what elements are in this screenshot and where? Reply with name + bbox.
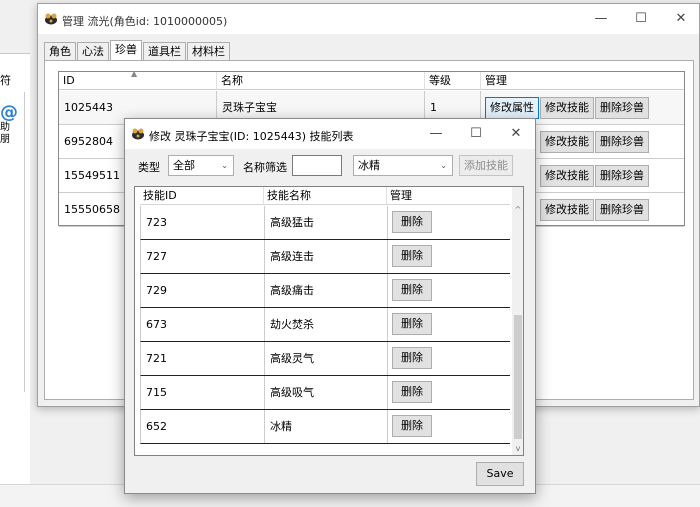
skill-name: 高级吸气: [265, 376, 388, 409]
skill-grid-scrollbar[interactable]: ^ v: [512, 187, 523, 455]
tab-role[interactable]: 角色: [44, 42, 76, 61]
skill-row[interactable]: 729 高级痛击 删除: [140, 274, 510, 308]
edit-skills-button[interactable]: 修改技能: [540, 97, 594, 119]
skill-manage-cell: 删除: [388, 206, 511, 239]
skill-id: 727: [141, 240, 265, 273]
main-title-bar[interactable]: 管理 流光(角色id: 1010000005) — ☐ ✕: [38, 4, 699, 34]
skill-grid: 技能ID 技能名称 管理 723 高级猛击 删除 727 高级连击 删除 729…: [134, 186, 524, 456]
tab-mind-method[interactable]: 心法: [77, 42, 109, 61]
skill-name: 劫火焚杀: [265, 308, 388, 341]
skill-id: 721: [141, 342, 265, 375]
skill-id: 715: [141, 376, 265, 409]
type-select-value: 全部: [173, 159, 195, 172]
minimize-button[interactable]: —: [586, 8, 616, 30]
skill-id: 723: [141, 206, 265, 239]
background-contact-button[interactable]: @ 助朋: [0, 102, 18, 146]
skill-id: 652: [141, 410, 265, 443]
at-icon: @: [0, 102, 18, 123]
delete-pet-button[interactable]: 删除珍兽: [595, 97, 649, 119]
dialog-close-button[interactable]: ✕: [501, 123, 531, 145]
skill-manage-cell: 删除: [388, 240, 511, 273]
delete-skill-button[interactable]: 删除: [392, 381, 432, 403]
save-button[interactable]: Save: [476, 462, 524, 486]
name-filter-input[interactable]: [292, 155, 342, 176]
background-label: 符: [0, 74, 11, 87]
skill-grid-header: 技能ID 技能名称 管理: [140, 187, 510, 205]
skill-list-dialog: 修改 灵珠子宝宝(ID: 1025443) 技能列表 — ☐ ✕ 类型 全部 ⌄…: [124, 118, 536, 494]
type-select[interactable]: 全部 ⌄: [168, 155, 234, 176]
skill-row[interactable]: 727 高级连击 删除: [140, 240, 510, 274]
edit-skills-button[interactable]: 修改技能: [540, 165, 594, 187]
skill-name: 高级连击: [265, 240, 388, 273]
tab-strip: 角色 心法 珍兽 道具栏 材料栏: [44, 40, 231, 61]
column-header-level[interactable]: 等级: [425, 72, 481, 90]
skill-name: 高级猛击: [265, 206, 388, 239]
skill-id: 729: [141, 274, 265, 307]
add-skill-button[interactable]: 添加技能: [459, 155, 513, 176]
skill-row[interactable]: 721 高级灵气 删除: [140, 342, 510, 376]
skill-select[interactable]: 冰精 ⌄: [353, 155, 453, 176]
skill-manage-cell: 删除: [388, 376, 511, 409]
dialog-title-bar[interactable]: 修改 灵珠子宝宝(ID: 1025443) 技能列表 — ☐ ✕: [125, 119, 535, 149]
edit-attributes-button[interactable]: 修改属性: [485, 97, 539, 119]
delete-skill-button[interactable]: 删除: [392, 313, 432, 335]
skill-select-value: 冰精: [358, 159, 380, 172]
edit-skills-button[interactable]: 修改技能: [540, 131, 594, 153]
delete-skill-button[interactable]: 删除: [392, 211, 432, 233]
skill-row[interactable]: 723 高级猛击 删除: [140, 206, 510, 240]
skill-manage-cell: 删除: [388, 410, 511, 443]
delete-skill-button[interactable]: 删除: [392, 415, 432, 437]
dialog-maximize-button[interactable]: ☐: [461, 123, 491, 145]
dialog-minimize-button[interactable]: —: [421, 123, 451, 145]
close-button[interactable]: ✕: [666, 8, 696, 30]
skill-id: 673: [141, 308, 265, 341]
scrollbar-thumb[interactable]: [514, 315, 522, 439]
delete-pet-button[interactable]: 删除珍兽: [595, 165, 649, 187]
main-window-title: 管理 流光(角色id: 1010000005): [62, 15, 228, 28]
tab-inventory[interactable]: 道具栏: [143, 42, 186, 61]
tab-pets[interactable]: 珍兽: [110, 40, 142, 61]
skill-row[interactable]: 715 高级吸气 删除: [140, 376, 510, 410]
column-header-manage: 管理: [485, 74, 507, 87]
column-header-id[interactable]: ID: [59, 72, 217, 90]
background-divider: [24, 92, 32, 392]
delete-pet-button[interactable]: 删除珍兽: [595, 131, 649, 153]
delete-skill-button[interactable]: 删除: [392, 245, 432, 267]
column-header-skill-manage: 管理: [390, 189, 412, 202]
skill-name: 冰精: [265, 410, 388, 443]
delete-skill-button[interactable]: 删除: [392, 347, 432, 369]
skill-manage-cell: 删除: [388, 342, 511, 375]
column-header-name[interactable]: 名称: [217, 72, 425, 90]
sort-ascending-icon: ▲: [131, 69, 138, 78]
filter-row: 类型 全部 ⌄ 名称筛选 冰精 ⌄ 添加技能: [125, 153, 535, 179]
skill-row[interactable]: 652 冰精 删除: [140, 410, 510, 444]
skill-name: 高级痛击: [265, 274, 388, 307]
skill-manage-cell: 删除: [388, 274, 511, 307]
scroll-up-icon[interactable]: ^: [512, 205, 523, 214]
edit-skills-button[interactable]: 修改技能: [540, 199, 594, 221]
tab-materials[interactable]: 材料栏: [187, 42, 230, 61]
app-icon: [132, 128, 144, 140]
type-label: 类型: [138, 161, 160, 174]
delete-skill-button[interactable]: 删除: [392, 279, 432, 301]
skill-row[interactable]: 673 劫火焚杀 删除: [140, 308, 510, 342]
app-icon: [45, 13, 57, 25]
background-contact-label: 助朋: [0, 122, 10, 145]
delete-pet-button[interactable]: 删除珍兽: [595, 199, 649, 221]
chevron-down-icon: ⌄: [440, 161, 447, 170]
chevron-down-icon: ⌄: [221, 161, 228, 170]
dialog-title: 修改 灵珠子宝宝(ID: 1025443) 技能列表: [149, 130, 354, 143]
column-header-skill-id[interactable]: 技能ID: [140, 187, 264, 205]
scroll-down-icon[interactable]: v: [512, 444, 523, 453]
skill-manage-cell: 删除: [388, 308, 511, 341]
column-header-skill-name[interactable]: 技能名称: [264, 187, 387, 205]
pet-grid-header: ID ▲ 名称 等级 管理: [59, 69, 684, 90]
maximize-button[interactable]: ☐: [626, 8, 656, 30]
skill-name: 高级灵气: [265, 342, 388, 375]
name-filter-label: 名称筛选: [243, 161, 287, 174]
